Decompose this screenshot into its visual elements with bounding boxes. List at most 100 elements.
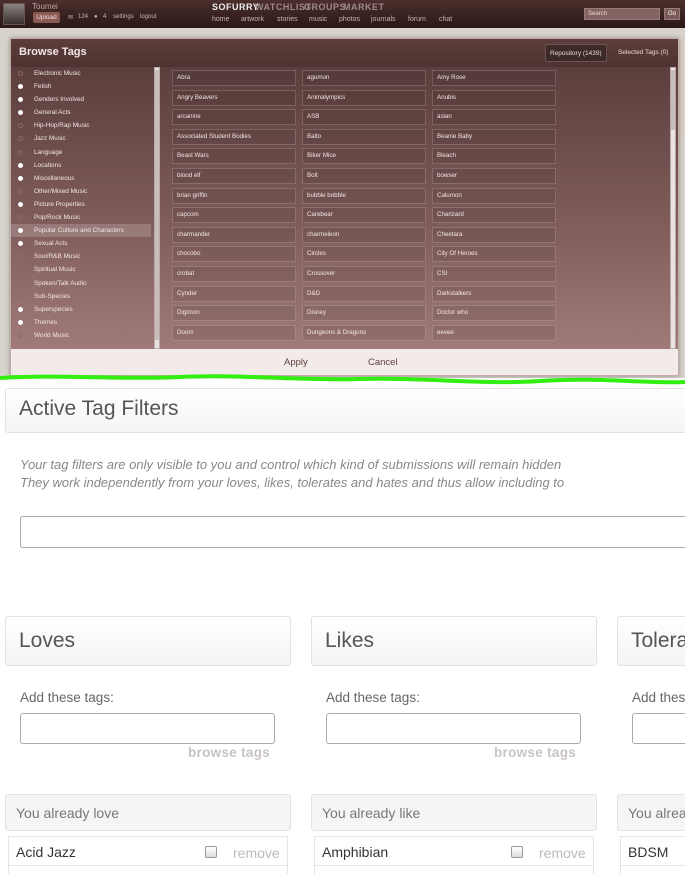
category-item[interactable]: Spoken/Talk Audio bbox=[11, 277, 161, 290]
category-item[interactable]: Spiritual Music bbox=[11, 263, 161, 276]
upload-button[interactable]: Upload bbox=[33, 12, 60, 23]
remove-link[interactable]: remove bbox=[539, 845, 586, 861]
message-count[interactable]: 124 bbox=[78, 14, 88, 20]
tag-chip[interactable]: Biker Mice bbox=[302, 148, 426, 165]
category-item[interactable]: Miscellaneous bbox=[11, 172, 161, 185]
search-input[interactable]: Search bbox=[584, 8, 660, 20]
tag-chip[interactable]: Disney bbox=[302, 305, 426, 322]
tag-chip[interactable]: Bleach bbox=[432, 148, 556, 165]
username[interactable]: Toumei bbox=[32, 2, 58, 11]
tag-chip[interactable]: Bolt bbox=[302, 167, 426, 184]
tag-chip[interactable]: Beanie Baby bbox=[432, 128, 556, 145]
tag-chip[interactable]: Amy Rose bbox=[432, 70, 556, 86]
category-item[interactable]: Themes bbox=[11, 316, 161, 329]
nav-chat[interactable]: chat bbox=[439, 16, 452, 23]
tag-chip[interactable]: Cheetara bbox=[432, 226, 556, 243]
tab-selected-tags[interactable]: Selected Tags (0) bbox=[614, 44, 672, 62]
apply-button[interactable]: Apply bbox=[284, 357, 308, 368]
category-item[interactable]: Sexual Acts bbox=[11, 237, 161, 250]
tag-chip[interactable]: Calumon bbox=[432, 187, 556, 204]
tag-chip[interactable]: Darkstalkers bbox=[432, 285, 556, 302]
tag-chip[interactable]: aslan bbox=[432, 109, 556, 126]
tag-chip[interactable]: capcom bbox=[172, 207, 296, 224]
tag-chip[interactable]: crobat bbox=[172, 265, 296, 282]
category-item[interactable]: Picture Properties bbox=[11, 198, 161, 211]
tag-chip[interactable]: Crossover bbox=[302, 265, 426, 282]
category-item[interactable]: Soul/R&B Music bbox=[11, 250, 161, 263]
remove-link[interactable]: remove bbox=[233, 845, 280, 861]
tag-chip[interactable]: Anubis bbox=[432, 89, 556, 106]
category-item[interactable]: Other/Mixed Music bbox=[11, 185, 161, 198]
tag-scrollbar[interactable] bbox=[670, 67, 676, 349]
tag-chip[interactable]: Carebear bbox=[302, 207, 426, 224]
tag-chip[interactable]: eevee bbox=[432, 324, 556, 341]
tag-checkbox[interactable] bbox=[205, 846, 217, 858]
category-item[interactable]: Language bbox=[11, 146, 161, 159]
tag-chip[interactable]: Doom bbox=[172, 324, 296, 341]
nav-home[interactable]: home bbox=[212, 16, 230, 23]
nav-journals[interactable]: journals bbox=[371, 16, 396, 23]
category-item[interactable]: Locations bbox=[11, 159, 161, 172]
tag-chip[interactable]: Circles bbox=[302, 246, 426, 263]
tag-chip[interactable]: Animalympics bbox=[302, 89, 426, 106]
mail-icon[interactable]: ✉ bbox=[68, 14, 73, 21]
nav-stories[interactable]: stories bbox=[277, 16, 298, 23]
nav-sofurry[interactable]: SOFURRY bbox=[212, 2, 259, 12]
tag-chip[interactable]: arcanine bbox=[172, 109, 296, 126]
tag-chip[interactable]: Digimon bbox=[172, 305, 296, 322]
category-item[interactable]: General Acts bbox=[11, 106, 161, 119]
category-item[interactable]: Popular Culture and Characters bbox=[11, 224, 151, 238]
tag-chip[interactable]: chocobo bbox=[172, 246, 296, 263]
search-go-button[interactable]: Go bbox=[664, 8, 680, 20]
likes-tag-input[interactable] bbox=[326, 713, 581, 744]
tag-chip[interactable]: Dungeons & Dragons bbox=[302, 324, 426, 341]
tag-checkbox[interactable] bbox=[511, 846, 523, 858]
avatar[interactable] bbox=[3, 3, 25, 25]
category-item[interactable]: Genders Involved bbox=[11, 93, 161, 106]
nav-market[interactable]: MARKET bbox=[343, 2, 385, 12]
tag-chip[interactable]: charmander bbox=[172, 226, 296, 243]
tag-chip[interactable]: D&D bbox=[302, 285, 426, 302]
nav-watchlist[interactable]: WATCHLIST bbox=[255, 2, 311, 12]
tag-chip[interactable]: Associated Student Bodies bbox=[172, 128, 296, 145]
tag-chip[interactable]: brian griffin bbox=[172, 187, 296, 204]
tag-chip[interactable]: ASB bbox=[302, 109, 426, 126]
nav-forum[interactable]: forum bbox=[408, 16, 426, 23]
tag-chip[interactable]: Angry Beavers bbox=[172, 89, 296, 106]
category-item[interactable]: Electronic Music bbox=[11, 67, 161, 80]
tag-chip[interactable]: Charizard bbox=[432, 207, 556, 224]
category-item[interactable]: Fetish bbox=[11, 80, 161, 93]
category-scrollbar[interactable] bbox=[154, 67, 160, 349]
tag-chip[interactable]: bowser bbox=[432, 167, 556, 184]
tag-chip[interactable]: City Of Heroes bbox=[432, 246, 556, 263]
tag-chip[interactable]: Beast Wars bbox=[172, 148, 296, 165]
tag-chip[interactable]: Cynder bbox=[172, 285, 296, 302]
logout-link[interactable]: logout bbox=[140, 14, 156, 20]
tag-chip[interactable]: Doctor who bbox=[432, 305, 556, 322]
tag-chip[interactable]: Balto bbox=[302, 128, 426, 145]
likes-browse-tags-link[interactable]: browse tags bbox=[494, 745, 576, 760]
nav-groups[interactable]: GROUPS bbox=[304, 2, 346, 12]
tag-chip[interactable]: Abra bbox=[172, 70, 296, 86]
nav-music[interactable]: music bbox=[309, 16, 327, 23]
category-item[interactable]: Superspecies bbox=[11, 303, 161, 316]
nav-artwork[interactable]: artwork bbox=[241, 16, 264, 23]
cancel-button[interactable]: Cancel bbox=[368, 357, 398, 368]
tag-chip[interactable]: blood elf bbox=[172, 167, 296, 184]
tolerates-tag-input[interactable] bbox=[632, 713, 685, 744]
tag-chip[interactable]: agumon bbox=[302, 70, 426, 86]
category-item[interactable]: Jazz Music bbox=[11, 132, 161, 145]
category-item[interactable]: Hip-Hop/Rap Music bbox=[11, 119, 161, 132]
loves-tag-input[interactable] bbox=[20, 713, 275, 744]
category-item[interactable]: World Music bbox=[11, 329, 161, 342]
comment-icon[interactable]: ● bbox=[94, 14, 98, 20]
nav-photos[interactable]: photos bbox=[339, 16, 360, 23]
category-item[interactable]: Sub-Species bbox=[11, 290, 161, 303]
active-filters-input[interactable] bbox=[20, 516, 685, 548]
settings-link[interactable]: settings bbox=[113, 14, 134, 20]
tab-repository[interactable]: Repository (1439) bbox=[545, 44, 607, 62]
tag-chip[interactable]: bubble bobble bbox=[302, 187, 426, 204]
loves-browse-tags-link[interactable]: browse tags bbox=[188, 745, 270, 760]
tag-chip[interactable]: charmeleon bbox=[302, 226, 426, 243]
comment-count[interactable]: 4 bbox=[103, 14, 106, 20]
